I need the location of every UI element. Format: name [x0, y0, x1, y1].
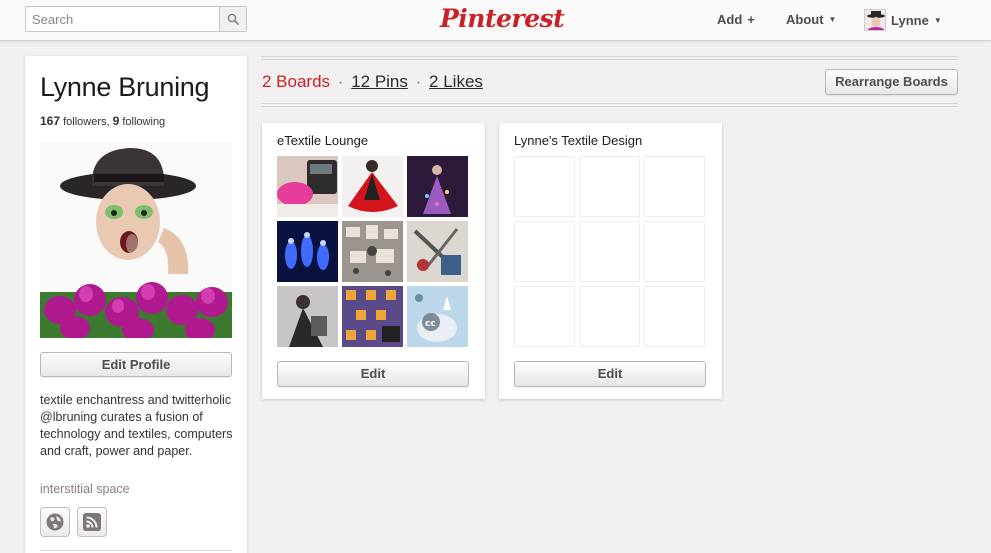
board-thumbnail[interactable]: [342, 221, 403, 282]
profile-website-link[interactable]: interstitial space: [40, 482, 130, 496]
search-input[interactable]: [26, 7, 220, 31]
about-menu[interactable]: About ▼: [786, 12, 836, 27]
boards-count-tab[interactable]: 2 Boards: [262, 72, 330, 91]
empty-thumbnail: [579, 286, 640, 347]
rss-button[interactable]: [77, 507, 107, 537]
empty-thumbnail: [514, 286, 575, 347]
chevron-down-icon: ▼: [828, 15, 837, 24]
empty-thumbnail: [579, 156, 640, 217]
empty-thumbnail: [644, 286, 705, 347]
board-thumbnail[interactable]: [342, 156, 403, 217]
following-label[interactable]: following: [122, 116, 165, 128]
rss-icon: [83, 513, 101, 531]
add-menu-label: Add: [717, 12, 743, 27]
board-thumbnail[interactable]: [407, 221, 468, 282]
search-button[interactable]: [219, 7, 246, 31]
follow-stats: 167 followers, 9 following: [40, 114, 165, 128]
profile-sidebar: Lynne Bruning 167 followers, 9 following: [25, 56, 247, 553]
board-edit-button[interactable]: Edit: [514, 361, 706, 387]
user-menu[interactable]: Lynne ▼: [864, 9, 942, 31]
pins-count-tab[interactable]: 12 Pins: [351, 72, 408, 91]
likes-count-tab[interactable]: 2 Likes: [429, 72, 483, 91]
empty-thumbnail: [514, 221, 575, 282]
user-menu-label: Lynne: [891, 12, 929, 28]
edit-profile-button[interactable]: Edit Profile: [40, 352, 232, 377]
empty-thumbnail: [514, 156, 575, 217]
svg-text:cc: cc: [425, 319, 436, 329]
sidebar-divider: [40, 550, 232, 551]
add-menu[interactable]: Add +: [717, 12, 755, 27]
board-thumbnail[interactable]: [342, 286, 403, 347]
about-menu-label: About: [786, 12, 824, 27]
board-title[interactable]: eTextile Lounge: [277, 133, 368, 148]
search-box: [25, 6, 247, 32]
board-edit-button[interactable]: Edit: [277, 361, 469, 387]
board-thumbnail[interactable]: cc: [407, 286, 468, 347]
followers-label[interactable]: followers,: [63, 116, 109, 128]
search-icon: [227, 13, 239, 25]
top-navigation-bar: Pinterest Add + About ▼ Lynne ▼: [0, 0, 991, 41]
board-thumbnail[interactable]: [277, 286, 338, 347]
separator: ·: [415, 72, 422, 91]
board-thumbnail[interactable]: [277, 156, 338, 217]
board-thumbnail[interactable]: [407, 156, 468, 217]
pinterest-logo[interactable]: Pinterest: [440, 4, 565, 34]
empty-thumbnail: [579, 221, 640, 282]
empty-thumbnail: [644, 221, 705, 282]
content-divider: [261, 103, 958, 107]
empty-thumbnail: [644, 156, 705, 217]
profile-name: Lynne Bruning: [40, 72, 210, 102]
profile-counts: 2 Boards · 12 Pins · 2 Likes: [262, 72, 483, 92]
board-card-lynnes-textile-design[interactable]: Lynne's Textile Design Edit: [499, 123, 722, 399]
board-title[interactable]: Lynne's Textile Design: [514, 133, 642, 148]
top-divider: [261, 56, 958, 60]
profile-bio: textile enchantress and twitterholic @lb…: [40, 393, 233, 458]
followers-count[interactable]: 167: [40, 114, 60, 128]
plus-icon: +: [747, 12, 755, 27]
user-avatar: [864, 9, 886, 31]
board-thumbnail[interactable]: [277, 221, 338, 282]
profile-photo: [40, 142, 232, 338]
separator: ·: [337, 72, 344, 91]
globe-icon: [46, 513, 64, 531]
website-button[interactable]: [40, 507, 70, 537]
rearrange-boards-button[interactable]: Rearrange Boards: [825, 69, 958, 95]
board-thumbnails: [514, 156, 706, 348]
board-card-etextile-lounge[interactable]: eTextile Lounge cc Edit: [262, 123, 485, 399]
board-thumbnails: cc: [277, 156, 469, 348]
following-count[interactable]: 9: [113, 114, 120, 128]
chevron-down-icon: ▼: [933, 15, 942, 25]
